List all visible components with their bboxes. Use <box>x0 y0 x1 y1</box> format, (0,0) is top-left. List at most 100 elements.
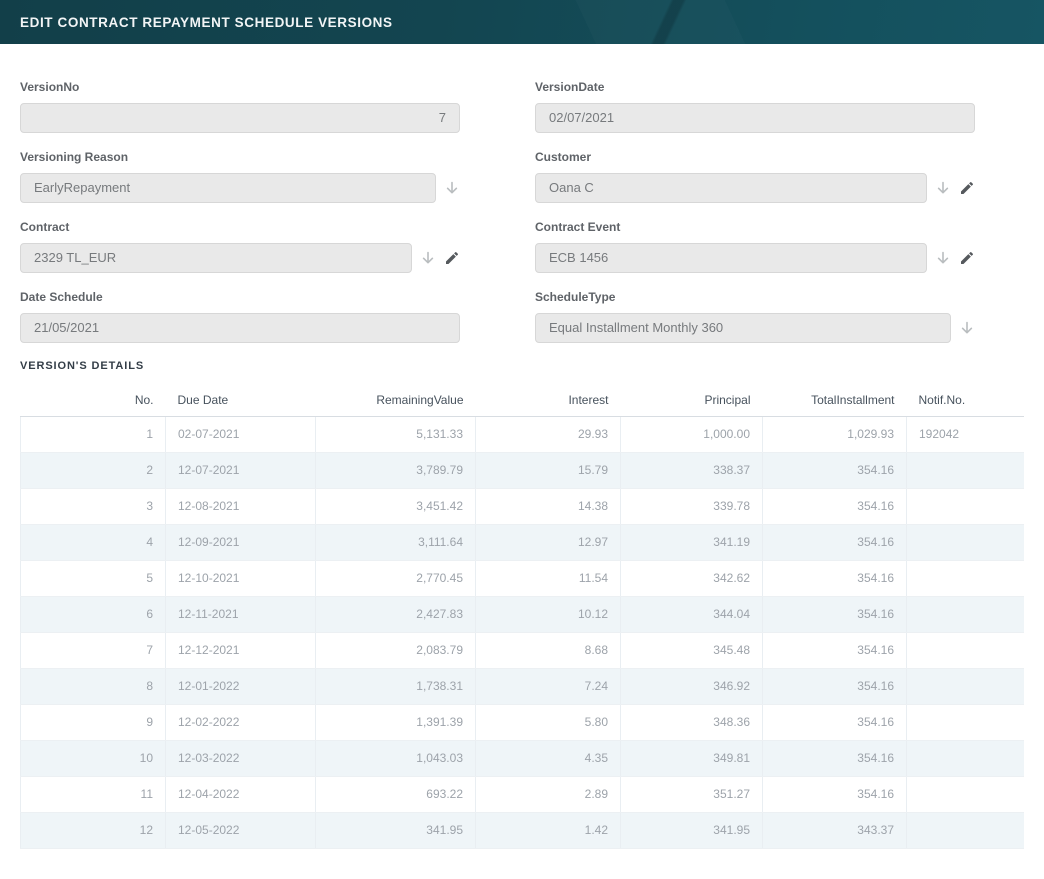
page-title: EDIT CONTRACT REPAYMENT SCHEDULE VERSION… <box>20 15 393 30</box>
table-cell: 12-04-2022 <box>166 776 316 812</box>
table-cell: 1,029.93 <box>763 416 907 452</box>
table-cell: 3,111.64 <box>316 524 476 560</box>
table-cell: 12 <box>21 812 166 848</box>
table-row[interactable]: 102-07-20215,131.3329.931,000.001,029.93… <box>21 416 1025 452</box>
date-schedule-input[interactable]: 21/05/2021 <box>20 313 460 343</box>
table-row[interactable]: 1112-04-2022693.222.89351.27354.16 <box>21 776 1025 812</box>
table-cell: 341.19 <box>621 524 763 560</box>
dropdown-arrow-icon[interactable] <box>419 250 436 267</box>
table-cell: 2 <box>21 452 166 488</box>
table-cell: 7 <box>21 632 166 668</box>
table-cell <box>907 704 1025 740</box>
table-cell: 15.79 <box>476 452 621 488</box>
table-row[interactable]: 712-12-20212,083.798.68345.48354.16 <box>21 632 1025 668</box>
version-date-input[interactable]: 02/07/2021 <box>535 103 975 133</box>
edit-pencil-icon[interactable] <box>958 180 975 197</box>
contract-input[interactable]: 2329 TL_EUR <box>20 243 412 273</box>
page-header-bar: EDIT CONTRACT REPAYMENT SCHEDULE VERSION… <box>0 0 1044 44</box>
versioning-reason-input[interactable]: EarlyRepayment <box>20 173 436 203</box>
table-cell: 5.80 <box>476 704 621 740</box>
table-cell: 354.16 <box>763 452 907 488</box>
table-cell <box>907 596 1025 632</box>
table-cell: 10 <box>21 740 166 776</box>
table-cell: 12-10-2021 <box>166 560 316 596</box>
table-cell: 339.78 <box>621 488 763 524</box>
table-row[interactable]: 1212-05-2022341.951.42341.95343.37 <box>21 812 1025 848</box>
table-cell: 5,131.33 <box>316 416 476 452</box>
table-cell: 7.24 <box>476 668 621 704</box>
table-cell: 1,000.00 <box>621 416 763 452</box>
table-cell: 12-09-2021 <box>166 524 316 560</box>
column-header-remaining-value: RemainingValue <box>316 385 476 416</box>
table-cell: 3,451.42 <box>316 488 476 524</box>
table-cell: 11 <box>21 776 166 812</box>
table-cell <box>907 632 1025 668</box>
version-date-label: VersionDate <box>535 80 975 94</box>
table-row[interactable]: 612-11-20212,427.8310.12344.04354.16 <box>21 596 1025 632</box>
dropdown-arrow-icon[interactable] <box>934 180 951 197</box>
table-cell <box>907 524 1025 560</box>
table-cell: 12-11-2021 <box>166 596 316 632</box>
table-cell <box>907 740 1025 776</box>
dropdown-arrow-icon[interactable] <box>934 250 951 267</box>
table-cell: 354.16 <box>763 524 907 560</box>
table-cell: 346.92 <box>621 668 763 704</box>
versioning-reason-label: Versioning Reason <box>20 150 460 164</box>
table-cell: 2,770.45 <box>316 560 476 596</box>
table-row[interactable]: 212-07-20213,789.7915.79338.37354.16 <box>21 452 1025 488</box>
table-row[interactable]: 812-01-20221,738.317.24346.92354.16 <box>21 668 1025 704</box>
table-cell: 354.16 <box>763 776 907 812</box>
main-content: VersionNo 7 VersionDate 02/07/2021 Versi… <box>0 80 1044 879</box>
table-cell: 348.36 <box>621 704 763 740</box>
table-cell: 354.16 <box>763 740 907 776</box>
table-cell: 1,738.31 <box>316 668 476 704</box>
version-form: VersionNo 7 VersionDate 02/07/2021 Versi… <box>20 80 1024 343</box>
table-cell: 354.16 <box>763 668 907 704</box>
table-row[interactable]: 512-10-20212,770.4511.54342.62354.16 <box>21 560 1025 596</box>
customer-input[interactable]: Oana C <box>535 173 927 203</box>
table-cell: 12.97 <box>476 524 621 560</box>
table-cell: 2.89 <box>476 776 621 812</box>
schedule-type-input[interactable]: Equal Installment Monthly 360 <box>535 313 951 343</box>
table-cell: 3,789.79 <box>316 452 476 488</box>
edit-pencil-icon[interactable] <box>958 250 975 267</box>
column-header-interest: Interest <box>476 385 621 416</box>
table-cell: 8 <box>21 668 166 704</box>
dropdown-arrow-icon[interactable] <box>958 320 975 337</box>
dropdown-arrow-icon[interactable] <box>443 180 460 197</box>
table-cell: 12-12-2021 <box>166 632 316 668</box>
table-cell: 11.54 <box>476 560 621 596</box>
table-cell: 14.38 <box>476 488 621 524</box>
table-cell: 12-05-2022 <box>166 812 316 848</box>
table-cell: 12-08-2021 <box>166 488 316 524</box>
column-header-notif-no: Notif.No. <box>907 385 1025 416</box>
section-title-versions-details: VERSION'S DETAILS <box>20 360 1024 372</box>
table-cell <box>907 560 1025 596</box>
table-cell: 12-07-2021 <box>166 452 316 488</box>
table-cell <box>907 452 1025 488</box>
table-cell: 192042 <box>907 416 1025 452</box>
field-schedule-type: ScheduleType Equal Installment Monthly 3… <box>535 290 975 343</box>
customer-label: Customer <box>535 150 975 164</box>
table-cell: 4 <box>21 524 166 560</box>
edit-pencil-icon[interactable] <box>443 250 460 267</box>
table-row[interactable]: 412-09-20213,111.6412.97341.19354.16 <box>21 524 1025 560</box>
contract-event-input[interactable]: ECB 1456 <box>535 243 927 273</box>
table-cell: 10.12 <box>476 596 621 632</box>
table-row[interactable]: 1012-03-20221,043.034.35349.81354.16 <box>21 740 1025 776</box>
table-cell: 351.27 <box>621 776 763 812</box>
table-row[interactable]: 312-08-20213,451.4214.38339.78354.16 <box>21 488 1025 524</box>
contract-event-label: Contract Event <box>535 220 975 234</box>
table-cell: 9 <box>21 704 166 740</box>
table-cell <box>907 812 1025 848</box>
table-cell: 02-07-2021 <box>166 416 316 452</box>
table-row[interactable]: 912-02-20221,391.395.80348.36354.16 <box>21 704 1025 740</box>
table-cell: 29.93 <box>476 416 621 452</box>
table-cell <box>907 776 1025 812</box>
table-cell: 349.81 <box>621 740 763 776</box>
version-no-input[interactable]: 7 <box>20 103 460 133</box>
table-cell: 1,043.03 <box>316 740 476 776</box>
table-cell: 345.48 <box>621 632 763 668</box>
table-cell: 8.68 <box>476 632 621 668</box>
field-versioning-reason: Versioning Reason EarlyRepayment <box>20 150 460 203</box>
